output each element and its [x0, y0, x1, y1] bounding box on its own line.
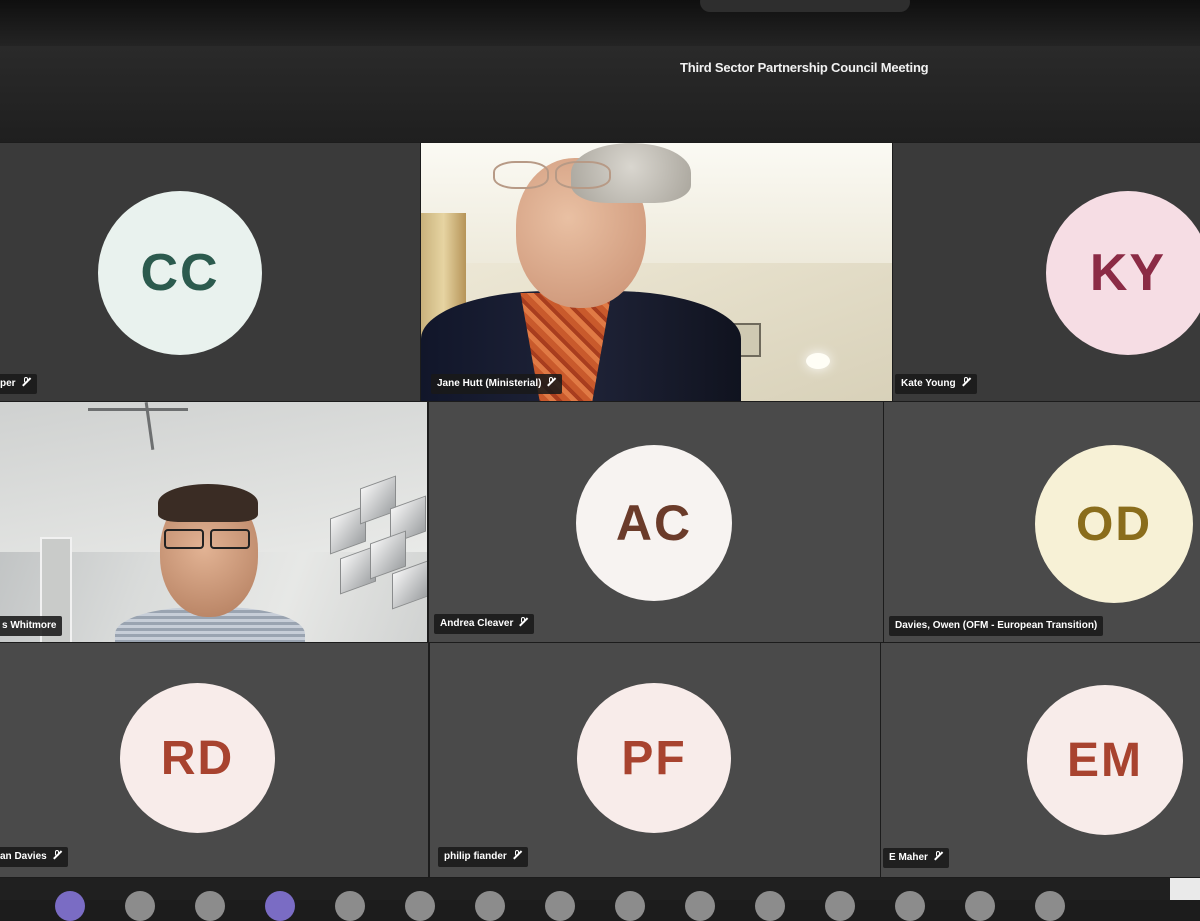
mic-muted-icon: [52, 850, 62, 860]
participant-name-tag: Kate Young: [895, 374, 977, 394]
participant-name-tag: Andrea Cleaver: [434, 614, 535, 634]
avatar: CC: [98, 191, 262, 355]
mic-muted-icon: [512, 850, 522, 860]
taskbar-button[interactable]: [545, 891, 575, 921]
participant-tile[interactable]: AC Andrea Cleaver: [429, 402, 883, 642]
taskbar-button[interactable]: [265, 891, 295, 921]
title-bar: [0, 46, 1200, 142]
video-background: [330, 475, 427, 632]
taskbar-button[interactable]: [405, 891, 435, 921]
taskbar-button[interactable]: [825, 891, 855, 921]
participant-name: an Davies: [0, 851, 47, 862]
avatar: OD: [1035, 445, 1193, 603]
taskbar-button[interactable]: [195, 891, 225, 921]
taskbar-button[interactable]: [475, 891, 505, 921]
video-person: [164, 529, 252, 549]
taskbar: [0, 878, 1170, 921]
participant-name: s Whitmore: [2, 620, 57, 631]
participant-tile[interactable]: EM E Maher: [881, 643, 1200, 877]
mic-muted-icon: [21, 377, 31, 387]
participant-name: Jane Hutt (Ministerial): [437, 378, 542, 389]
participant-name: E Maher: [889, 852, 928, 863]
participant-video-tile[interactable]: Jane Hutt (Ministerial): [421, 143, 892, 401]
participant-tile[interactable]: CC per: [0, 143, 420, 401]
taskbar-button[interactable]: [685, 891, 715, 921]
taskbar-button[interactable]: [755, 891, 785, 921]
participant-name-tag: Davies, Owen (OFM - European Transition): [889, 616, 1104, 636]
webcam-housing: [700, 0, 910, 12]
participant-tile[interactable]: OD Davies, Owen (OFM - European Transiti…: [884, 402, 1200, 642]
participant-name-tag: philip fiander: [438, 847, 528, 867]
video-background: [88, 408, 188, 411]
video-person: [493, 161, 623, 189]
taskbar-button[interactable]: [1035, 891, 1065, 921]
mic-muted-icon: [546, 377, 556, 387]
video-person: [158, 484, 258, 522]
avatar: AC: [576, 445, 732, 601]
participant-tile[interactable]: PF philip fiander: [430, 643, 880, 877]
taskbar-button[interactable]: [965, 891, 995, 921]
avatar: KY: [1046, 191, 1200, 355]
mic-muted-icon: [518, 617, 528, 627]
participant-tile[interactable]: RD an Davies: [0, 643, 428, 877]
taskbar-button[interactable]: [615, 891, 645, 921]
meeting-title: Third Sector Partnership Council Meeting: [680, 60, 929, 75]
taskbar-button[interactable]: [895, 891, 925, 921]
screen-edge: [1170, 878, 1200, 900]
participant-name-tag: s Whitmore: [0, 616, 63, 636]
participant-name: philip fiander: [444, 851, 507, 862]
participant-name: Davies, Owen (OFM - European Transition): [895, 620, 1098, 631]
avatar: RD: [120, 683, 275, 833]
video-background: [806, 353, 830, 369]
participant-name-tag: per: [0, 374, 37, 394]
participant-name-tag: Jane Hutt (Ministerial): [431, 374, 563, 394]
taskbar-button[interactable]: [125, 891, 155, 921]
taskbar-button[interactable]: [55, 891, 85, 921]
taskbar-button[interactable]: [335, 891, 365, 921]
mic-muted-icon: [961, 377, 971, 387]
participant-name: Andrea Cleaver: [440, 618, 514, 629]
mic-muted-icon: [933, 851, 943, 861]
participant-name-tag: an Davies: [0, 847, 68, 867]
participant-name: per: [0, 378, 16, 389]
participant-name-tag: E Maher: [883, 848, 949, 868]
monitor-bezel: [0, 0, 1200, 46]
participant-video-tile[interactable]: s Whitmore: [0, 402, 427, 642]
participant-tile[interactable]: KY Kate Young: [893, 143, 1200, 401]
avatar: EM: [1027, 685, 1183, 835]
participant-name: Kate Young: [901, 378, 956, 389]
avatar: PF: [577, 683, 731, 833]
